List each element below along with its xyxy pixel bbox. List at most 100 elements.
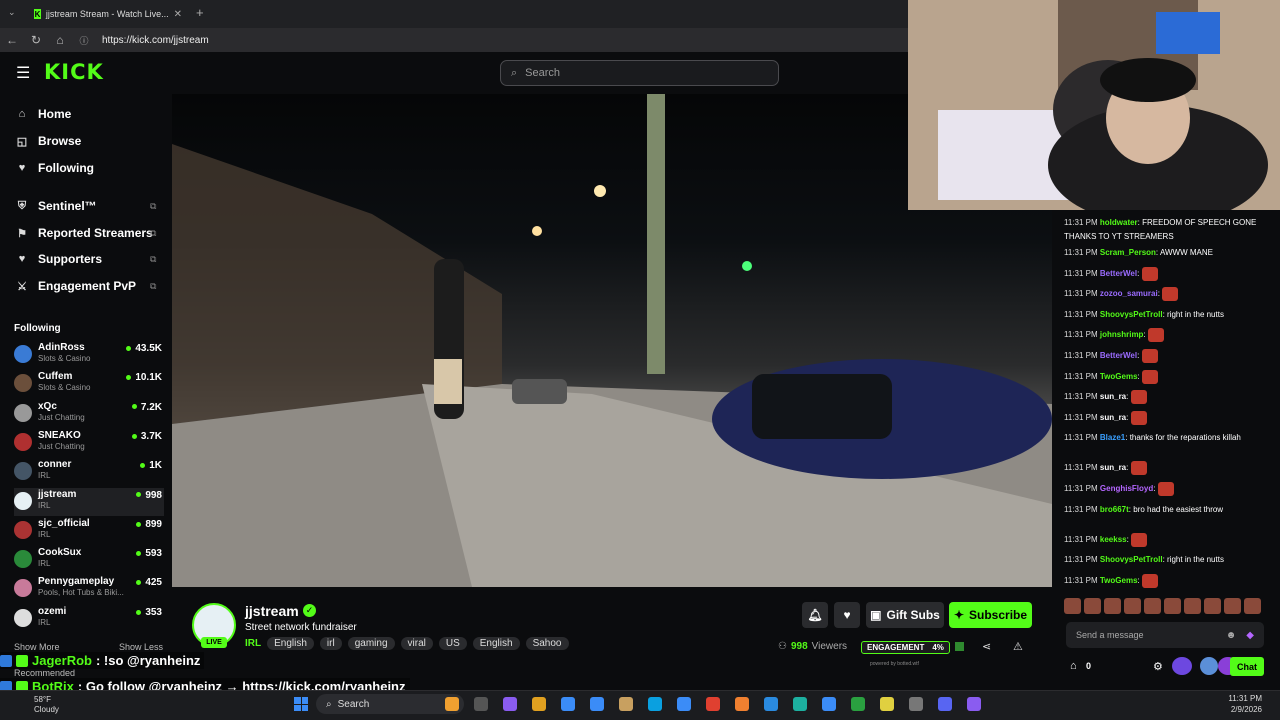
sidebar-item-supporters[interactable]: ♥ Supporters xyxy=(16,252,102,266)
taskbar-app-icon[interactable] xyxy=(909,697,923,711)
followed-channel-conner[interactable]: conner IRL 1K xyxy=(14,458,164,486)
chat-username[interactable]: holdwater xyxy=(1100,218,1138,227)
emote-icon[interactable] xyxy=(1224,598,1241,614)
taskbar-app-icon[interactable] xyxy=(561,697,575,711)
site-info-icon[interactable]: ⓘ xyxy=(72,34,96,47)
sidebar-item-following[interactable]: ♥ Following xyxy=(16,161,94,175)
chat-username[interactable]: sun_ra xyxy=(1100,392,1126,401)
taskbar-app-icon[interactable] xyxy=(677,697,691,711)
followed-channel-sneako[interactable]: SNEAKO Just Chatting 3.7K xyxy=(14,429,164,457)
emote-icon[interactable] xyxy=(1084,598,1101,614)
tag-pill[interactable]: Sahoo xyxy=(525,637,569,650)
home-browser-icon[interactable]: ⌂ xyxy=(48,33,72,47)
system-clock[interactable]: 11:31 PM 2/9/2026 xyxy=(1222,693,1262,715)
emote-icon[interactable] xyxy=(1064,598,1081,614)
followed-channel-adinross[interactable]: AdinRoss Slots & Casino 43.5K xyxy=(14,341,164,369)
subscribe-button[interactable]: ✦ Subscribe xyxy=(949,602,1032,628)
taskbar-search[interactable]: ⌕ Search xyxy=(316,694,464,714)
url-field[interactable]: https://kick.com/jjstream xyxy=(102,35,209,46)
chat-username[interactable]: johnshrimp xyxy=(1100,331,1144,340)
show-more-button[interactable]: Show More xyxy=(14,642,60,652)
share-icon[interactable]: ⋖ xyxy=(982,640,991,653)
chat-username[interactable]: Scram_Person xyxy=(1100,248,1156,257)
taskbar-app-icon[interactable] xyxy=(880,697,894,711)
weather-widget[interactable]: 58°F Cloudy xyxy=(34,695,59,715)
chat-username[interactable]: BetterWel xyxy=(1100,269,1137,278)
chat-username[interactable]: GenghisFloyd xyxy=(1100,484,1153,493)
chat-username[interactable]: ShoovysPetTroll xyxy=(1100,310,1163,319)
emote-icon[interactable] xyxy=(1164,598,1181,614)
chat-username[interactable]: keekss xyxy=(1100,535,1127,544)
emote-icon[interactable] xyxy=(1104,598,1121,614)
new-tab-icon[interactable]: + xyxy=(196,5,204,20)
tag-pill[interactable]: gaming xyxy=(347,637,395,650)
emote-icon[interactable] xyxy=(1204,598,1221,614)
emote-icon[interactable] xyxy=(1124,598,1141,614)
gif-icon[interactable] xyxy=(1200,657,1218,675)
channel-name[interactable]: jjstream xyxy=(245,603,299,619)
followed-channel-jjstream[interactable]: jjstream IRL 998 xyxy=(14,487,164,516)
sidebar-item-reported-streamers[interactable]: ⚑ Reported Streamers xyxy=(16,226,153,240)
chat-username[interactable]: BetterWel xyxy=(1100,351,1137,360)
chat-username[interactable]: sun_ra xyxy=(1100,464,1126,473)
taskbar-app-icon[interactable] xyxy=(619,697,633,711)
tag-pill[interactable]: English xyxy=(267,637,314,650)
hamburger-menu-icon[interactable]: ☰ xyxy=(16,63,30,83)
followed-channel-sjc_official[interactable]: sjc_official IRL 899 xyxy=(14,517,164,545)
chat-username[interactable]: bro667t xyxy=(1100,505,1129,514)
chat-settings-icon[interactable]: ⚙ xyxy=(1153,660,1163,673)
browser-tab[interactable]: K jjstream Stream - Watch Live... ✕ xyxy=(28,3,188,25)
chat-username[interactable]: ShoovysPetTroll xyxy=(1100,555,1163,564)
sidebar-item-engagement-pvp[interactable]: ⚔ Engagement PvP xyxy=(16,279,136,293)
tab-close-icon[interactable]: ✕ xyxy=(174,9,182,20)
category-link[interactable]: IRL xyxy=(245,638,261,649)
chat-message-input[interactable]: Send a message ☻ ◆ xyxy=(1066,622,1264,648)
followed-channel-xqc[interactable]: xQc Just Chatting 7.2K xyxy=(14,400,164,428)
chat-send-button[interactable]: Chat xyxy=(1230,657,1264,676)
taskbar-app-icon[interactable] xyxy=(793,697,807,711)
taskbar-app-icon[interactable] xyxy=(532,697,546,711)
tag-pill[interactable]: US xyxy=(438,637,467,650)
chat-username[interactable]: Blaze1 xyxy=(1100,433,1125,442)
gift-subs-button[interactable]: ▣ Gift Subs xyxy=(866,602,944,628)
tag-pill[interactable]: viral xyxy=(400,637,433,650)
follow-heart-button[interactable]: ♥ xyxy=(834,602,860,628)
emote-icon[interactable] xyxy=(1244,598,1261,614)
report-icon[interactable]: ⚠ xyxy=(1013,640,1023,653)
taskbar-app-icon[interactable] xyxy=(474,697,488,711)
notifications-bell-button[interactable]: 🔔︎ xyxy=(802,602,828,628)
taskbar-app-icon[interactable] xyxy=(445,697,459,711)
points-icon[interactable]: ⌂ xyxy=(1070,660,1077,672)
reload-icon[interactable]: ↻ xyxy=(24,33,48,47)
followed-channel-ozemi[interactable]: ozemi IRL 353 xyxy=(14,605,164,633)
back-icon[interactable]: ← xyxy=(0,33,24,47)
tab-list-chevron-icon[interactable]: ⌄ xyxy=(8,7,16,18)
search-input[interactable]: ⌕ Search xyxy=(500,60,779,86)
taskbar-app-icon[interactable] xyxy=(706,697,720,711)
chat-username[interactable]: TwoGems xyxy=(1100,372,1138,381)
taskbar-app-icon[interactable] xyxy=(648,697,662,711)
windows-start-icon[interactable] xyxy=(294,697,308,711)
emote-icon[interactable] xyxy=(1184,598,1201,614)
taskbar-app-icon[interactable] xyxy=(851,697,865,711)
tag-pill[interactable]: irl xyxy=(319,637,342,650)
followed-channel-pennygameplay[interactable]: Pennygameplay Pools, Hot Tubs & Biki... 42… xyxy=(14,575,164,603)
taskbar-app-icon[interactable] xyxy=(938,697,952,711)
7tv-icon[interactable] xyxy=(1172,657,1192,675)
kick-emote-icon[interactable]: ◆ xyxy=(1246,630,1254,641)
chat-username[interactable]: TwoGems xyxy=(1100,576,1138,585)
followed-channel-cuffem[interactable]: Cuffem Slots & Casino 10.1K xyxy=(14,370,164,398)
show-less-button[interactable]: Show Less xyxy=(119,642,163,652)
taskbar-app-icon[interactable] xyxy=(822,697,836,711)
kick-logo[interactable]: KICK xyxy=(44,60,104,84)
emote-icon[interactable] xyxy=(1144,598,1161,614)
chat-username[interactable]: sun_ra xyxy=(1100,413,1126,422)
sidebar-item-home[interactable]: ⌂ Home xyxy=(16,107,72,121)
sidebar-item-browse[interactable]: ◱ Browse xyxy=(16,134,82,148)
tag-pill[interactable]: English xyxy=(472,637,520,650)
taskbar-app-icon[interactable] xyxy=(764,697,778,711)
chat-username[interactable]: zozoo_samurai xyxy=(1100,289,1158,298)
sidebar-item-sentinel[interactable]: ⛨ Sentinel™ xyxy=(16,199,97,213)
taskbar-app-icon[interactable] xyxy=(735,697,749,711)
taskbar-app-icon[interactable] xyxy=(590,697,604,711)
